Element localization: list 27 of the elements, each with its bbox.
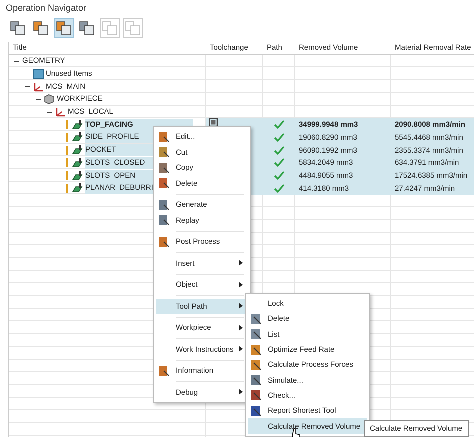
tool-icon xyxy=(158,177,170,190)
tool-icon xyxy=(250,344,262,356)
tool-icon xyxy=(158,146,170,158)
operation-icon xyxy=(72,145,83,156)
tool-icon xyxy=(158,364,170,377)
operation-icon xyxy=(72,120,83,130)
tool-icon xyxy=(250,404,262,417)
operation-icon xyxy=(72,158,83,168)
operation-icon xyxy=(72,132,83,142)
tool-icon xyxy=(250,312,262,325)
operation-icon xyxy=(72,183,83,194)
tool-icon xyxy=(250,328,262,340)
tool-icon xyxy=(250,389,262,402)
toolbar-button[interactable] xyxy=(54,18,74,38)
tool-icon xyxy=(158,130,170,143)
tool-icon xyxy=(250,358,262,371)
folder-icon xyxy=(32,69,44,80)
tool-icon xyxy=(250,374,262,386)
tool-icon xyxy=(158,162,170,174)
operation-icon xyxy=(72,170,83,181)
axes-icon xyxy=(54,107,66,118)
workpiece-icon xyxy=(44,94,54,104)
tool-icon xyxy=(158,236,170,248)
tool-icon xyxy=(158,198,170,211)
panel-title: Operation Navigator xyxy=(5,2,88,15)
axes-icon xyxy=(32,82,44,92)
tool-icon xyxy=(158,214,170,226)
